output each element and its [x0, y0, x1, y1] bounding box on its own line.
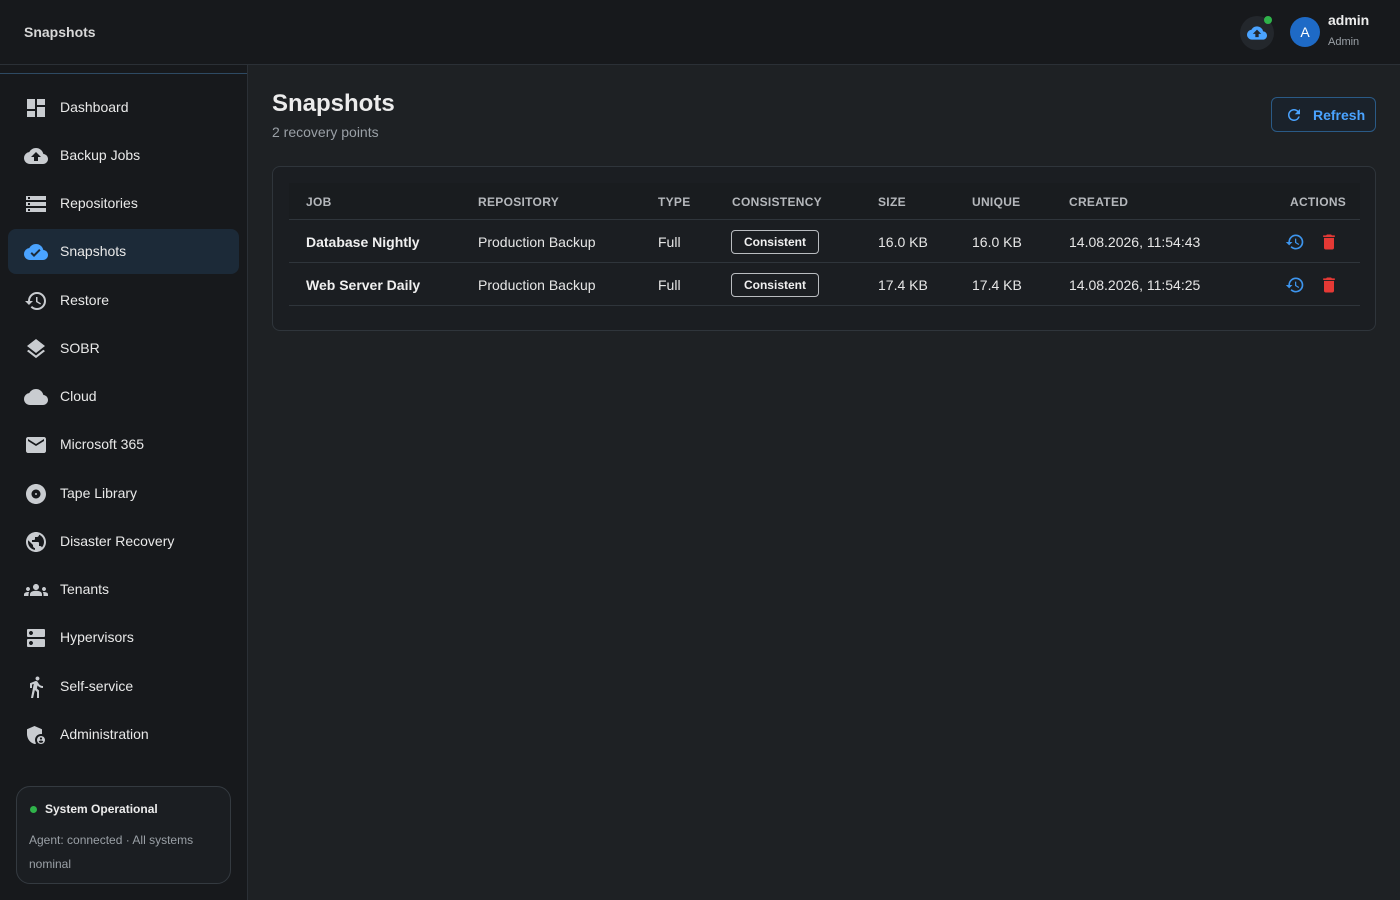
disc-icon — [26, 484, 46, 504]
dashboard-icon — [27, 99, 45, 117]
sidebar-item-label: Backup Jobs — [60, 147, 141, 163]
history-icon — [25, 292, 46, 310]
restore-icon[interactable] — [1285, 232, 1305, 252]
app-title: Snapshots — [24, 24, 96, 40]
table-row[interactable]: Database Nightly Production Backup Full … — [289, 220, 1360, 263]
status-description: Agent: connected · All systems nominal — [29, 833, 194, 871]
cell-job: Database Nightly — [306, 234, 420, 250]
layers-icon — [27, 339, 45, 359]
column-header-created[interactable]: CREATED — [1069, 195, 1128, 209]
sidebar-item-backup-jobs[interactable]: Backup Jobs — [8, 133, 239, 178]
sidebar-item-cloud[interactable]: Cloud — [8, 374, 239, 419]
cloud-check-icon — [24, 244, 48, 260]
cell-unique: 16.0 KB — [972, 234, 1022, 250]
sidebar-item-tape-library[interactable]: Tape Library — [8, 471, 239, 516]
refresh-button[interactable]: Refresh — [1271, 97, 1376, 132]
admin-shield-icon — [27, 726, 45, 744]
sidebar-divider — [0, 73, 247, 74]
table-row[interactable]: Web Server Daily Production Backup Full … — [289, 263, 1360, 306]
delete-icon[interactable] — [1319, 275, 1339, 295]
avatar[interactable]: A — [1290, 17, 1320, 47]
sidebar-item-label: Tape Library — [60, 485, 138, 501]
sidebar-item-tenants[interactable]: Tenants — [8, 567, 239, 612]
online-indicator — [1264, 16, 1272, 24]
sidebar-item-label: Self-service — [60, 678, 134, 694]
cell-created: 14.08.2026, 11:54:25 — [1069, 277, 1201, 293]
sidebar-item-label: Tenants — [60, 581, 110, 597]
column-header-size[interactable]: SIZE — [878, 195, 906, 209]
sidebar-item-snapshots[interactable]: Snapshots — [8, 229, 239, 274]
consistency-badge: Consistent — [731, 273, 819, 297]
cell-type: Full — [658, 234, 681, 250]
top-bar: Snapshots A admin Admin — [0, 0, 1400, 65]
restore-icon[interactable] — [1285, 275, 1305, 295]
cell-unique: 17.4 KB — [972, 277, 1022, 293]
cell-job: Web Server Daily — [306, 277, 421, 293]
cell-created: 14.08.2026, 11:54:43 — [1069, 234, 1201, 250]
page-subtitle: 2 recovery points — [272, 124, 379, 140]
column-header-unique[interactable]: UNIQUE — [972, 195, 1020, 209]
snapshots-table: JOB REPOSITORY TYPE CONSISTENCY SIZE UNI… — [272, 166, 1376, 331]
consistency-badge: Consistent — [731, 230, 819, 254]
cloud-upload-icon — [24, 148, 48, 164]
sidebar-item-label: Dashboard — [60, 99, 129, 115]
mail-icon — [26, 437, 46, 453]
sidebar-item-label: Microsoft 365 — [60, 436, 145, 452]
person-icon — [30, 676, 43, 698]
sidebar-item-administration[interactable]: Administration — [8, 712, 239, 757]
delete-icon[interactable] — [1319, 232, 1339, 252]
cloud-upload-icon — [1247, 26, 1267, 40]
sidebar-item-label: Hypervisors — [60, 629, 134, 645]
sidebar-item-microsoft-365[interactable]: Microsoft 365 — [8, 422, 239, 467]
user-role: Admin — [1328, 36, 1360, 48]
sidebar-item-label: SOBR — [60, 340, 100, 356]
refresh-label: Refresh — [1313, 107, 1366, 123]
table-header: JOB REPOSITORY TYPE CONSISTENCY SIZE UNI… — [289, 183, 1360, 220]
sidebar-item-disaster-recovery[interactable]: Disaster Recovery — [8, 519, 239, 564]
sidebar-item-sobr[interactable]: SOBR — [8, 326, 239, 371]
sidebar-item-dashboard[interactable]: Dashboard — [8, 85, 239, 130]
column-header-type[interactable]: TYPE — [658, 195, 691, 209]
groups-icon — [24, 584, 48, 596]
sidebar-item-label: Restore — [60, 292, 110, 308]
sidebar-item-label: Administration — [60, 726, 149, 742]
status-indicator — [30, 806, 37, 813]
cell-type: Full — [658, 277, 681, 293]
cell-repository: Production Backup — [478, 234, 596, 250]
sidebar-item-label: Snapshots — [60, 243, 127, 259]
cell-repository: Production Backup — [478, 277, 596, 293]
sidebar-item-repositories[interactable]: Repositories — [8, 181, 239, 226]
sidebar-item-restore[interactable]: Restore — [8, 278, 239, 323]
sidebar-item-label: Cloud — [60, 388, 97, 404]
column-header-repository[interactable]: REPOSITORY — [478, 195, 559, 209]
user-name: admin — [1328, 12, 1370, 28]
cell-size: 17.4 KB — [878, 277, 928, 293]
sidebar-item-label: Repositories — [60, 195, 138, 211]
column-header-actions: ACTIONS — [1290, 195, 1347, 209]
refresh-icon — [1288, 109, 1300, 121]
cloud-icon — [24, 389, 48, 405]
sidebar: Dashboard Backup Jobs Repositories Snaps… — [0, 65, 248, 900]
system-status-card: System Operational Agent: connected · Al… — [16, 786, 231, 884]
page-title: Snapshots — [272, 90, 395, 117]
column-header-job[interactable]: JOB — [306, 195, 332, 209]
sidebar-item-label: Disaster Recovery — [60, 533, 175, 549]
cell-size: 16.0 KB — [878, 234, 928, 250]
globe-icon — [26, 532, 46, 552]
cloud-sync-button[interactable] — [1240, 16, 1274, 50]
sidebar-item-self-service[interactable]: Self-service — [8, 664, 239, 709]
storage-icon — [26, 196, 46, 212]
sidebar-item-hypervisors[interactable]: Hypervisors — [8, 615, 239, 660]
status-title: System Operational — [45, 802, 158, 816]
column-header-consistency[interactable]: CONSISTENCY — [732, 195, 822, 209]
server-icon — [27, 629, 45, 647]
